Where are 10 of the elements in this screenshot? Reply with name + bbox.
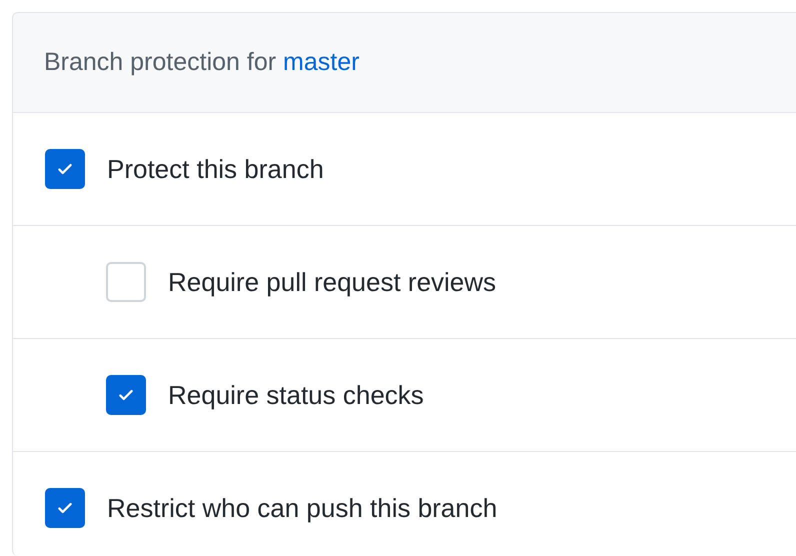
header-title: Branch protection for master [44,46,360,78]
option-label: Protect this branch [107,152,324,186]
branch-link[interactable]: master [283,48,360,76]
checkbox[interactable] [45,149,85,189]
option-label: Require pull request reviews [168,266,496,298]
option-label: Require status checks [168,378,424,412]
option-label: Restrict who can push this branch [107,492,498,524]
checkbox[interactable] [106,262,146,302]
checkbox[interactable] [45,488,85,528]
checkbox[interactable] [106,375,146,415]
